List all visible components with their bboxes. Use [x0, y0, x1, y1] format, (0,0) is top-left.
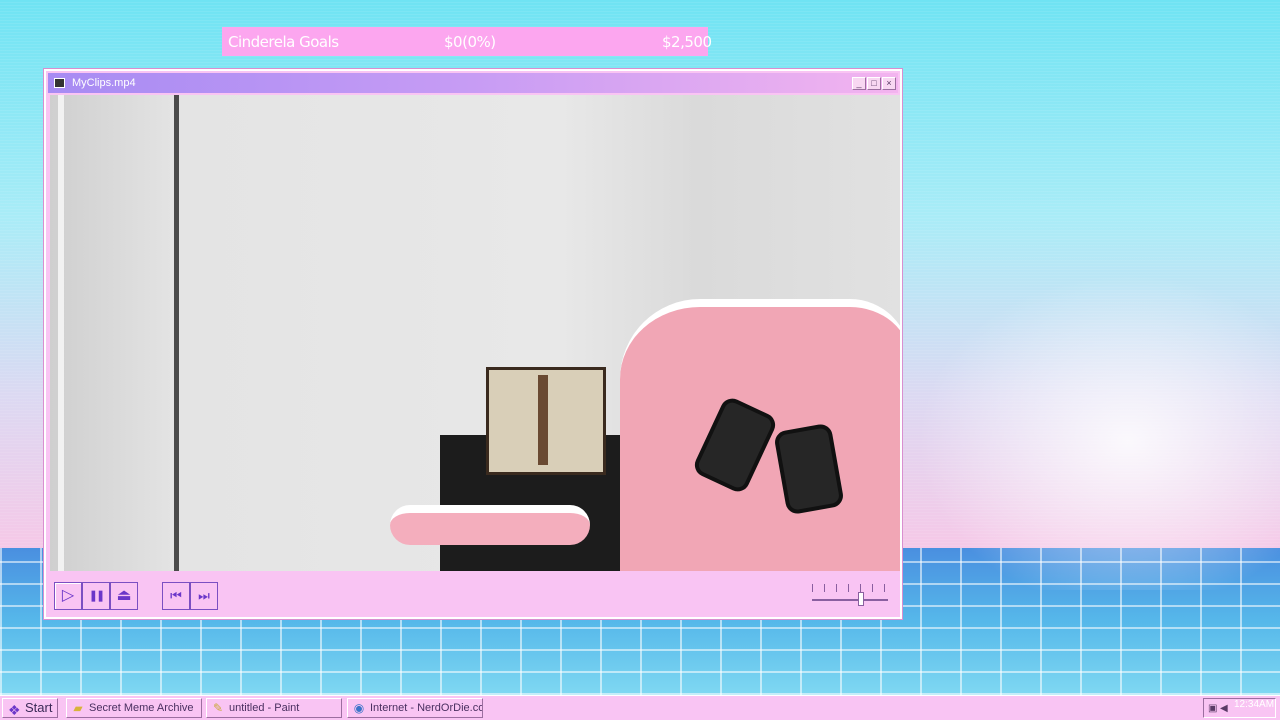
- box-print: [538, 375, 548, 465]
- close-button[interactable]: ×: [882, 77, 896, 90]
- video-area[interactable]: [50, 95, 900, 571]
- folder-icon: ▰: [73, 701, 83, 715]
- monitor-icon: [54, 78, 65, 88]
- taskbar: ❖ Start ▰ Secret Meme Archive ✎ untitled…: [0, 695, 1280, 720]
- next-button[interactable]: ⏭: [190, 582, 218, 610]
- start-button[interactable]: ❖ Start: [2, 698, 58, 718]
- goal-progress: $0(0%): [444, 33, 496, 51]
- chair-armrest: [390, 505, 590, 545]
- volume-thumb[interactable]: [858, 592, 864, 606]
- task-label: Secret Meme Archive: [89, 702, 194, 714]
- volume-track: [812, 599, 888, 601]
- goal-title: Cinderela Goals: [228, 33, 339, 51]
- volume-slider[interactable]: [812, 582, 892, 608]
- paint-icon: ✎: [212, 701, 224, 715]
- goal-bar: Cinderela Goals $0(0%) $2,500: [222, 27, 712, 56]
- maximize-button[interactable]: □: [867, 77, 881, 90]
- window-title: MyClips.mp4: [72, 77, 136, 89]
- door-frame: [58, 95, 64, 571]
- gaming-chair: [620, 299, 900, 571]
- task-secret-meme-archive[interactable]: ▰ Secret Meme Archive: [66, 698, 202, 718]
- clock: 12:34AM: [1234, 699, 1275, 710]
- pause-button[interactable]: ❚❚: [82, 582, 110, 610]
- previous-button[interactable]: ⏮: [162, 582, 190, 610]
- player-controls: ▷ ❚❚ ⏏ ⏮ ⏭: [50, 574, 900, 616]
- play-button[interactable]: ▷: [54, 582, 82, 610]
- chair-slot-left: [690, 394, 780, 496]
- globe-icon: ◉: [353, 701, 365, 715]
- media-player-window: MyClips.mp4 _ □ × ▷ ❚❚ ⏏ ⏮ ⏭: [43, 68, 903, 620]
- task-paint[interactable]: ✎ untitled - Paint: [206, 698, 342, 718]
- task-label: Internet - NerdOrDie.com: [370, 702, 483, 714]
- chair-slot-right: [773, 422, 845, 516]
- goal-target: $2,500: [662, 33, 712, 51]
- network-icon[interactable]: ▣: [1208, 703, 1217, 714]
- start-label: Start: [25, 700, 53, 715]
- eject-button[interactable]: ⏏: [110, 582, 138, 610]
- wall-corner: [174, 95, 179, 571]
- system-tray: ▣ ◀ 12:34AM: [1203, 698, 1276, 718]
- desktop-clouds: [900, 260, 1280, 590]
- minimize-button[interactable]: _: [852, 77, 866, 90]
- logo-icon: ❖: [8, 702, 21, 718]
- volume-ticks: [812, 584, 888, 592]
- task-internet[interactable]: ◉ Internet - NerdOrDie.com: [347, 698, 483, 718]
- task-label: untitled - Paint: [229, 702, 300, 714]
- speaker-icon[interactable]: ◀: [1220, 703, 1228, 714]
- window-titlebar[interactable]: MyClips.mp4 _ □ ×: [48, 73, 898, 93]
